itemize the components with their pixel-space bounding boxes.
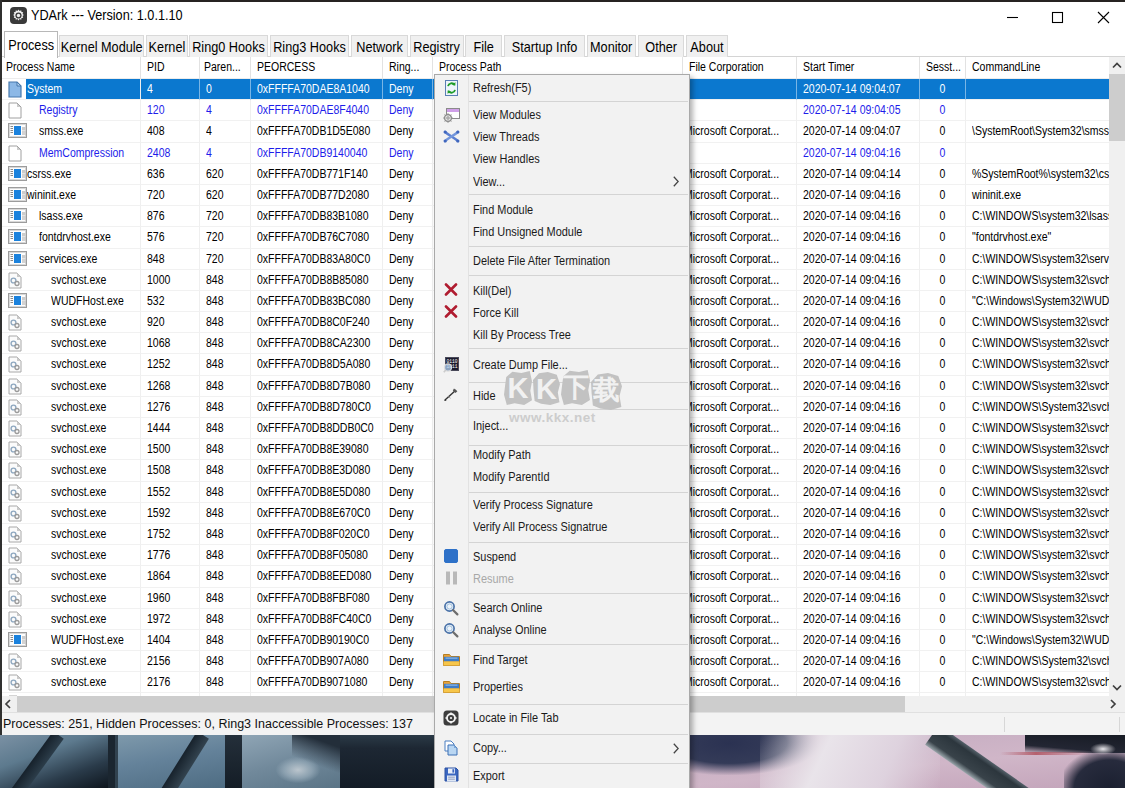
svg-text:0110: 0110	[446, 358, 457, 363]
